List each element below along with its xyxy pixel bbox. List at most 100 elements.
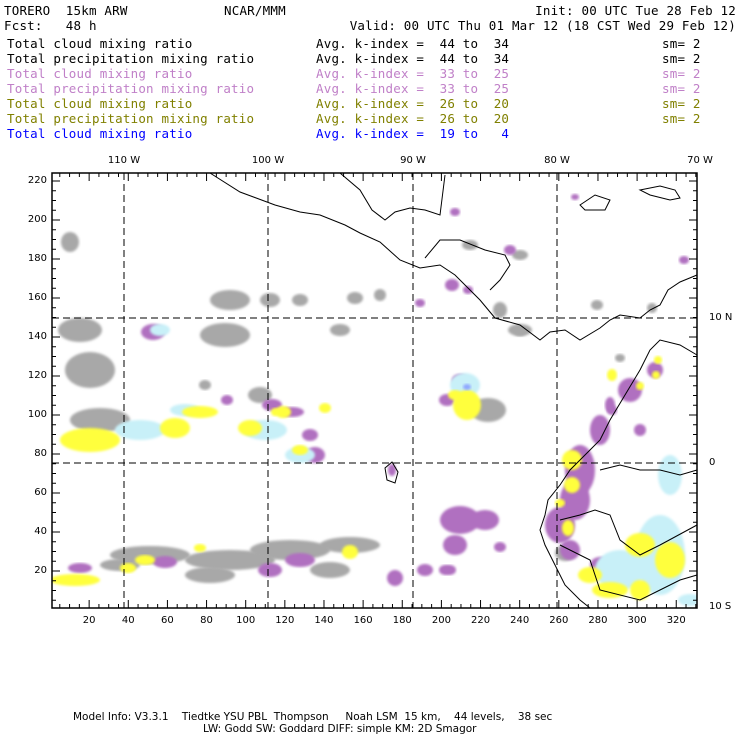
- gray-cloud-area: [374, 289, 386, 301]
- gray-cloud-area: [591, 300, 603, 310]
- longitude-label: 110 W: [107, 155, 141, 166]
- coastline: [339, 172, 446, 221]
- yellow-cloud-area: [636, 382, 644, 390]
- x-tick-label: 140: [314, 615, 334, 626]
- purple-cloud-area: [221, 395, 233, 405]
- yellow-cloud-area: [448, 390, 462, 400]
- purple-cloud-area: [417, 564, 433, 576]
- yellow-cloud-area: [652, 371, 660, 379]
- yellow-cloud-area: [292, 445, 308, 455]
- yellow-cloud-area: [271, 408, 279, 416]
- x-tick-label: 200: [431, 615, 451, 626]
- y-tick-label: 180: [27, 253, 47, 264]
- y-tick-label: 160: [27, 292, 47, 303]
- coastline: [579, 194, 611, 211]
- x-tick-label: 120: [275, 615, 295, 626]
- latitude-label: 10 S: [709, 601, 732, 612]
- yellow-cloud-area: [654, 356, 662, 364]
- gray-cloud-area: [200, 323, 250, 347]
- purple-cloud-area: [285, 553, 315, 567]
- yellow-cloud-area: [564, 477, 580, 493]
- yellow-cloud-area: [319, 403, 331, 413]
- gray-cloud-area: [65, 352, 115, 388]
- gray-cloud-area: [330, 324, 350, 336]
- x-tick-label: 180: [392, 615, 412, 626]
- purple-cloud-area: [463, 286, 473, 294]
- x-tick-label: 100: [236, 615, 256, 626]
- yellow-cloud-area: [60, 428, 120, 452]
- purple-cloud-area: [571, 194, 579, 200]
- model-info-line2: LW: Godd SW: Goddard DIFF: simple KM: 2D…: [203, 723, 477, 735]
- gray-cloud-area: [199, 380, 211, 390]
- x-tick-label: 320: [666, 615, 686, 626]
- yellow-cloud-area: [160, 418, 190, 438]
- coastline: [638, 185, 681, 201]
- gray-cloud-area: [185, 567, 235, 583]
- cyan-cloud-area: [678, 594, 697, 606]
- gray-cloud-area: [260, 293, 280, 307]
- y-tick-label: 60: [34, 487, 47, 498]
- longitude-label: 70 W: [687, 155, 713, 166]
- gray-cloud-area: [58, 318, 102, 342]
- map-plot: [51, 172, 698, 609]
- yellow-cloud-area: [607, 369, 617, 381]
- purple-cloud-area: [450, 208, 460, 216]
- yellow-cloud-area: [655, 542, 685, 578]
- longitude-label: 80 W: [544, 155, 570, 166]
- x-tick-label: 220: [470, 615, 491, 626]
- purple-cloud-area: [387, 570, 403, 586]
- gray-cloud-area: [61, 232, 79, 252]
- latitude-label: 10 N: [709, 312, 733, 323]
- purple-cloud-area: [494, 542, 506, 552]
- precip-fields: [52, 194, 697, 606]
- purple-cloud-area: [445, 279, 459, 291]
- yellow-cloud-area: [625, 533, 655, 557]
- y-tick-label: 140: [27, 331, 47, 342]
- x-tick-label: 60: [161, 615, 174, 626]
- gray-cloud-area: [292, 294, 308, 306]
- gray-cloud-area: [514, 328, 526, 336]
- purple-cloud-area: [504, 245, 516, 255]
- yellow-cloud-area: [182, 406, 218, 418]
- yellow-cloud-area: [52, 574, 100, 586]
- latitude-label: 0: [709, 457, 716, 468]
- cyan-cloud-area: [115, 420, 165, 440]
- model-info-line1: Model Info: V3.3.1 Tiedtke YSU PBL Thomp…: [73, 711, 553, 723]
- blue-cloud-area: [463, 384, 471, 390]
- purple-cloud-area: [153, 556, 177, 568]
- y-tick-label: 20: [34, 565, 47, 576]
- purple-cloud-area: [605, 397, 615, 413]
- yellow-cloud-area: [194, 544, 206, 552]
- yellow-cloud-area: [238, 420, 262, 436]
- yellow-cloud-area: [578, 567, 602, 583]
- y-tick-label: 80: [34, 448, 47, 459]
- x-tick-label: 160: [353, 615, 373, 626]
- y-tick-label: 120: [27, 370, 47, 381]
- yellow-cloud-area: [135, 555, 155, 565]
- gray-cloud-area: [310, 562, 350, 578]
- x-tick-label: 240: [510, 615, 530, 626]
- purple-cloud-area: [618, 378, 642, 402]
- y-tick-label: 100: [27, 409, 47, 420]
- gray-cloud-area: [493, 302, 507, 318]
- y-tick-label: 40: [34, 526, 47, 537]
- purple-cloud-area: [439, 565, 451, 575]
- yellow-cloud-area: [120, 563, 136, 573]
- x-tick-label: 300: [627, 615, 647, 626]
- purple-cloud-area: [679, 256, 689, 264]
- gray-cloud-area: [615, 354, 625, 362]
- x-tick-label: 40: [121, 615, 135, 626]
- x-tick-label: 260: [549, 615, 569, 626]
- coastline: [209, 172, 698, 341]
- gray-cloud-area: [347, 292, 363, 304]
- purple-cloud-area: [258, 563, 282, 577]
- x-tick-label: 280: [588, 615, 608, 626]
- purple-cloud-area: [302, 429, 318, 441]
- cyan-cloud-area: [150, 324, 170, 336]
- coastline: [599, 464, 698, 476]
- purple-cloud-area: [634, 424, 646, 436]
- x-tick-label: 20: [82, 615, 96, 626]
- yellow-cloud-area: [342, 545, 358, 559]
- longitude-label: 90 W: [400, 155, 426, 166]
- gray-cloud-area: [210, 290, 250, 310]
